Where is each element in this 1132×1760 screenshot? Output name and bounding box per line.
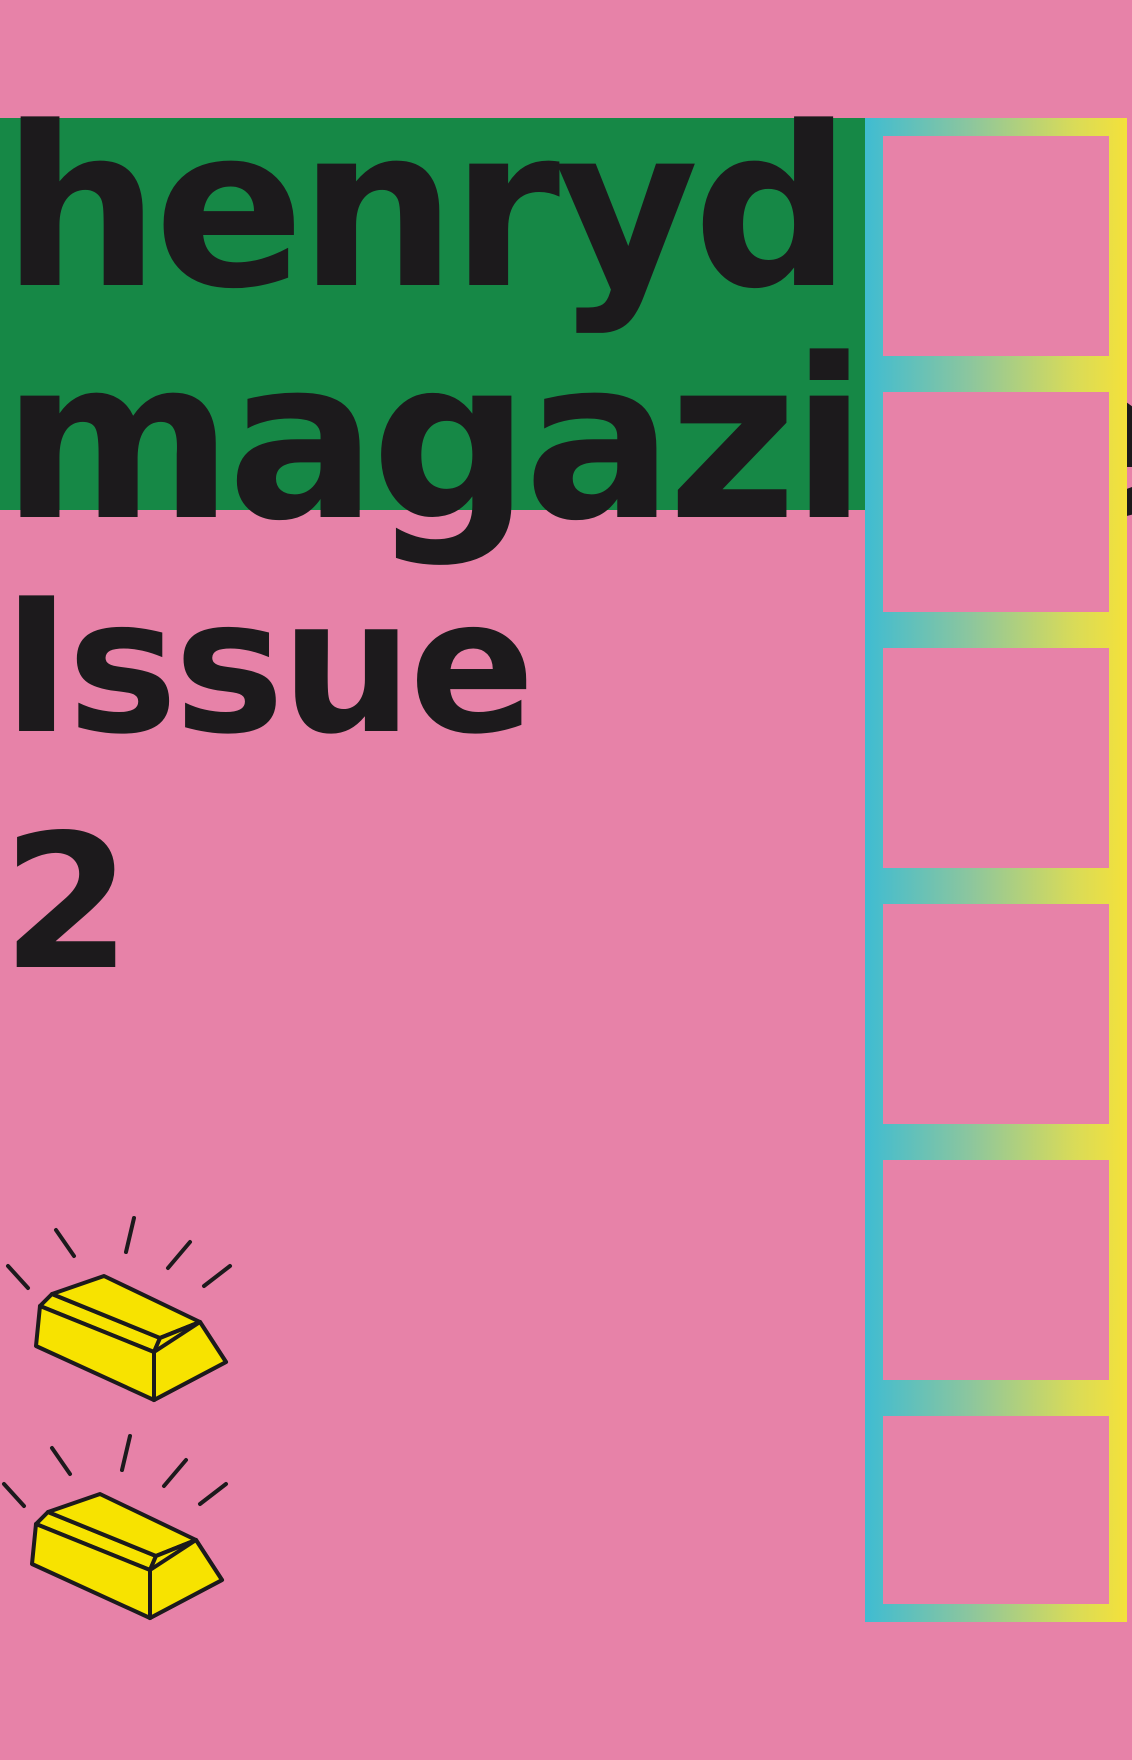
frame-box — [865, 118, 1127, 374]
issue-number: 2 — [2, 794, 131, 1011]
frame-box-inner — [883, 1416, 1109, 1604]
frame-box — [865, 886, 1127, 1142]
frame-column — [865, 118, 1127, 1622]
issue-label: Issue — [2, 558, 535, 775]
gold-bar-icon — [6, 1216, 232, 1402]
gold-bar-icon — [2, 1434, 228, 1620]
frame-box-inner — [883, 136, 1109, 356]
frame-box-inner — [883, 904, 1109, 1124]
frame-box-inner — [883, 392, 1109, 612]
frame-box — [865, 1142, 1127, 1398]
magazine-title-line-1: henryd — [2, 80, 852, 338]
frame-box — [865, 630, 1127, 886]
frame-box — [865, 374, 1127, 630]
frame-box-inner — [883, 1160, 1109, 1380]
frame-box — [865, 1398, 1127, 1622]
magazine-cover: henryd magazine Issue 2 — [0, 0, 1132, 1760]
frame-box-inner — [883, 648, 1109, 868]
